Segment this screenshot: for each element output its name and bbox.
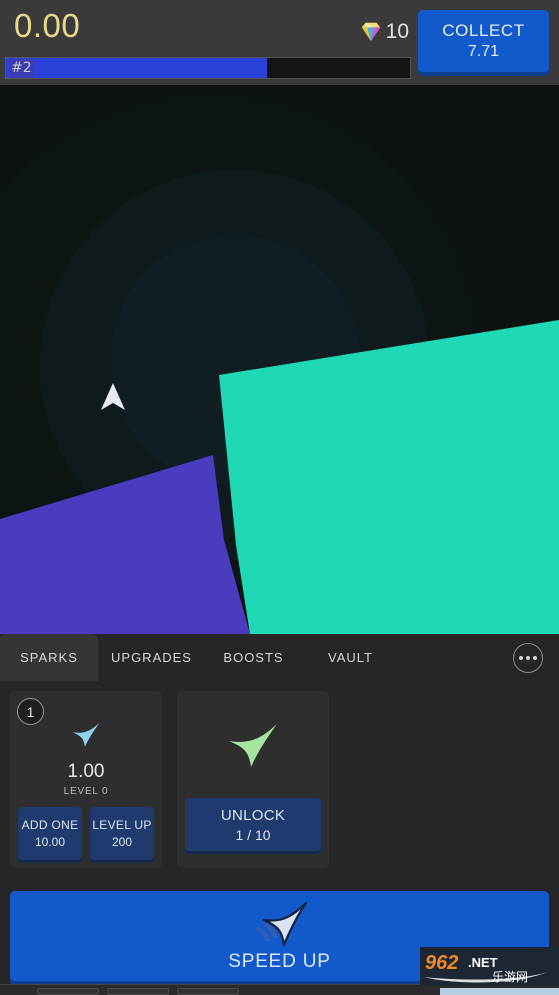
teal-polygon xyxy=(219,320,559,634)
card-value: 1.00 xyxy=(67,761,105,782)
purple-polygon xyxy=(0,455,250,634)
watermark-cn: 乐游网 xyxy=(492,970,528,984)
progress-row: #2 xyxy=(5,57,559,79)
progress-bar-label: #2 xyxy=(10,59,33,78)
unlock-progress: 1 / 10 xyxy=(235,826,271,843)
level-up-button[interactable]: LEVEL UP 200 xyxy=(90,807,154,860)
tab-bar: SPARKS UPGRADES BOOSTS VAULT xyxy=(0,634,559,681)
dot xyxy=(519,655,523,660)
arrow-cursor-icon xyxy=(229,724,277,767)
add-one-label: ADD ONE xyxy=(21,818,79,832)
top-status-bar: 0.00 10 COLLECT 7.71 #2 xyxy=(0,0,559,85)
speed-up-label: SPEED UP xyxy=(228,951,331,972)
bottom-system-strip xyxy=(0,984,559,995)
dot xyxy=(533,655,537,660)
bottom-chip xyxy=(107,988,169,995)
arrow-cursor-icon xyxy=(72,722,100,747)
site-watermark: 962 .NET 乐游网 xyxy=(420,947,559,985)
bottom-chip xyxy=(37,988,99,995)
diamond-gem-icon xyxy=(361,22,380,42)
card-actions: ADD ONE 10.00 LEVEL UP 200 xyxy=(18,807,154,860)
watermark-digits: 962 xyxy=(425,952,458,974)
progress-bar[interactable]: #2 xyxy=(5,57,411,79)
gem-count-label: 10 xyxy=(385,19,409,43)
game-shapes xyxy=(0,320,559,634)
tab-vault[interactable]: VAULT xyxy=(302,634,399,681)
gem-counter: 10 xyxy=(360,20,409,42)
unlock-label: UNLOCK xyxy=(220,806,286,824)
bottom-light-area xyxy=(440,988,559,995)
ellipsis-icon[interactable] xyxy=(513,642,543,673)
progress-bar-fill xyxy=(6,58,267,78)
fast-cursor-icon xyxy=(254,901,307,947)
tab-upgrades[interactable]: UPGRADES xyxy=(98,634,205,681)
card-list: 1 1.00 LEVEL 0 ADD ONE 10.00 LEVEL UP 20… xyxy=(0,691,559,868)
spark-card-locked[interactable]: UNLOCK 1 / 10 xyxy=(177,691,329,868)
unlock-button[interactable]: UNLOCK 1 / 10 xyxy=(185,798,321,851)
bottom-chip xyxy=(177,988,239,995)
add-one-button[interactable]: ADD ONE 10.00 xyxy=(18,807,82,860)
sparks-panel: 1 1.00 LEVEL 0 ADD ONE 10.00 LEVEL UP 20… xyxy=(0,681,559,995)
card-level: LEVEL 0 xyxy=(63,786,109,797)
collect-button-label: COLLECT xyxy=(442,21,525,40)
card-badge: 1 xyxy=(17,698,44,725)
dot xyxy=(526,655,530,660)
level-up-label: LEVEL UP xyxy=(92,818,152,832)
spark-card[interactable]: 1 1.00 LEVEL 0 ADD ONE 10.00 LEVEL UP 20… xyxy=(10,691,162,868)
player-arrow-icon xyxy=(101,383,125,410)
score-display: 0.00 xyxy=(14,7,81,44)
add-one-cost: 10.00 xyxy=(34,835,66,849)
level-up-cost: 200 xyxy=(111,835,133,849)
game-app: 0.00 10 COLLECT 7.71 #2 SPARKS UPGRADES … xyxy=(0,0,559,995)
watermark-tld: .NET xyxy=(468,955,498,970)
game-canvas[interactable] xyxy=(0,85,559,634)
tab-sparks[interactable]: SPARKS xyxy=(0,634,98,681)
card-actions: UNLOCK 1 / 10 xyxy=(185,798,321,851)
tab-boosts[interactable]: BOOSTS xyxy=(205,634,302,681)
